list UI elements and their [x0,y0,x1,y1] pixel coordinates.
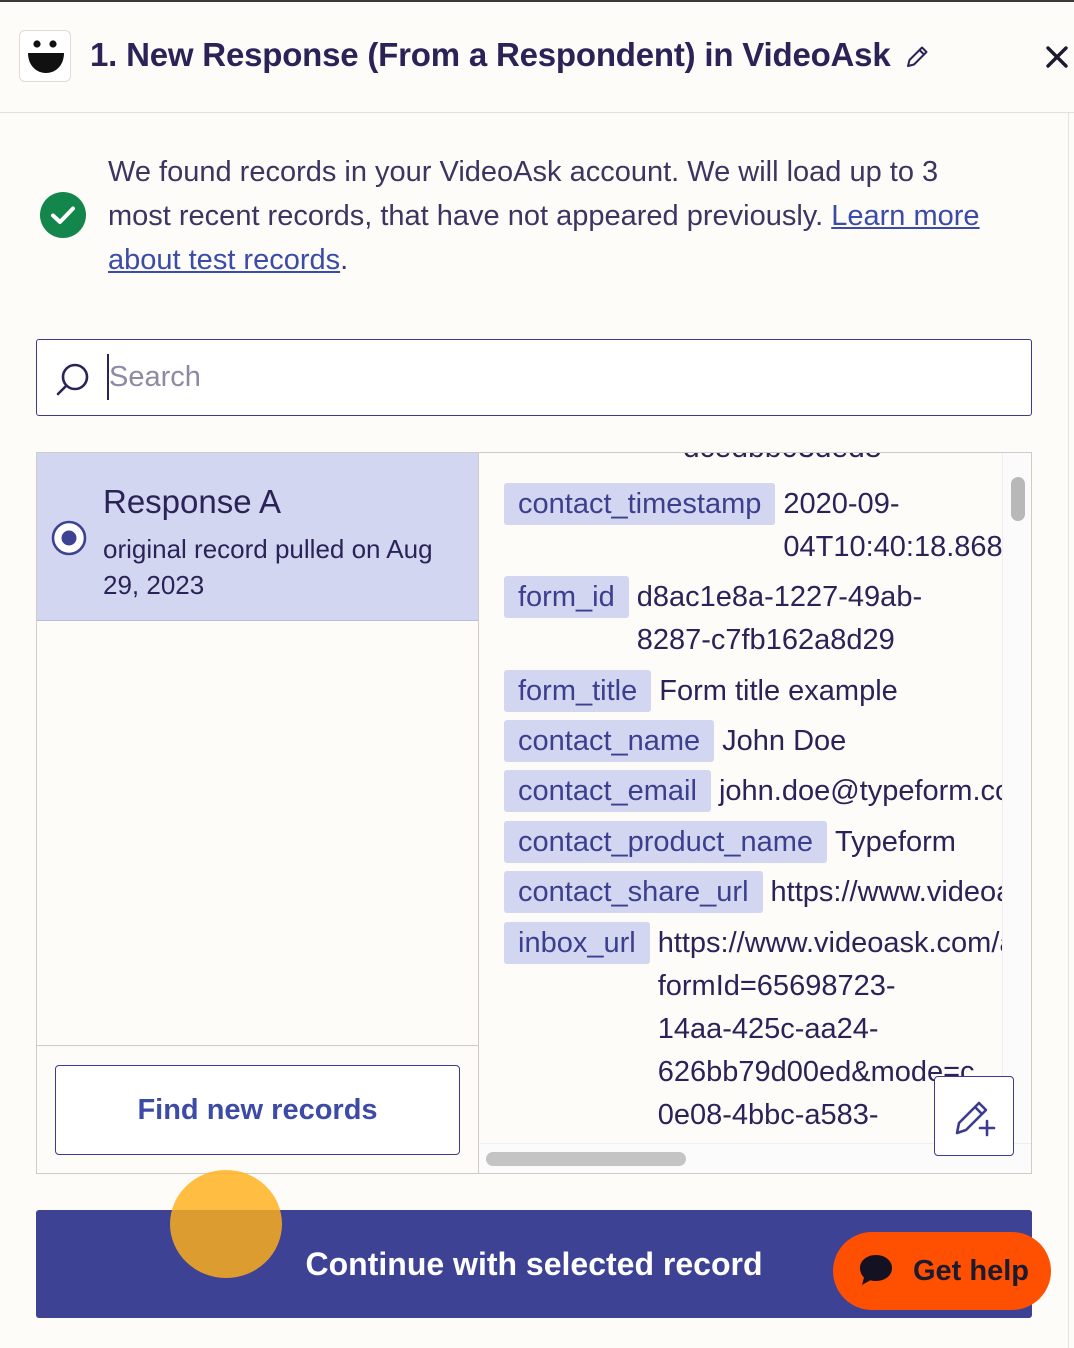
notice-suffix: . [340,244,349,276]
field-key: form_id [504,576,629,618]
radio-selected-icon[interactable] [51,520,87,556]
field-key: contact_email [504,770,711,812]
field-row: form_title Form title example [504,670,898,713]
get-help-button[interactable]: Get help [833,1232,1051,1310]
field-key: inbox_url [504,922,650,964]
notice-text: We found records in your VideoAsk accoun… [108,156,939,232]
field-row: contact_product_name Typeform [504,821,956,864]
step-header: 1. New Response (From a Respondent) in V… [0,2,1074,113]
field-key: contact_timestamp [504,483,776,525]
help-label: Get help [913,1255,1030,1287]
vertical-scrollbar[interactable] [1002,453,1029,1143]
field-value: 2020-09- 04T10:40:18.868Z [783,488,1002,563]
check-circle-icon [40,192,86,238]
find-new-records-button[interactable]: Find new records [55,1065,460,1155]
record-title: Response A [103,483,281,520]
records-panel: Response A original record pulled on Aug… [36,452,1032,1174]
list-divider [37,1045,478,1046]
vertical-scroll-thumb[interactable] [1011,477,1025,521]
search-input[interactable] [107,354,1007,400]
field-row: contact_email john.doe@typeform.com [504,770,1002,813]
clipped-value: dcedbb03ded8 [683,453,882,465]
search-box [36,339,1032,416]
edit-add-field-button[interactable] [934,1076,1014,1156]
record-subtitle: original record pulled on Aug 29, 2023 [103,534,433,600]
record-fields: dcedbb03ded8 contact_timestamp 2020-09- … [480,453,1002,1143]
field-value: Form title example [659,675,898,707]
field-value: Typeform [835,826,956,858]
field-row: inbox_url https://www.videoask.com/app? … [504,922,1002,1137]
field-key: form_title [504,670,652,712]
pencil-icon[interactable] [904,44,930,70]
field-value: https://www.videoask.com [770,876,1002,908]
search-icon [55,360,93,398]
record-list: Response A original record pulled on Aug… [37,453,479,1173]
click-indicator [170,1170,282,1278]
panel-divider [1068,113,1069,1348]
field-key: contact_product_name [504,821,828,863]
chat-bubble-icon [857,1252,895,1288]
record-item-response-a[interactable]: Response A original record pulled on Aug… [37,453,478,621]
field-value: john.doe@typeform.com [718,775,1002,807]
horizontal-scroll-thumb[interactable] [486,1152,686,1166]
field-row: contact_timestamp 2020-09- 04T10:40:18.8… [504,483,1002,569]
field-key: contact_name [504,720,715,762]
field-row: contact_share_url https://www.videoask.c… [504,871,1002,914]
step-title: 1. New Response (From a Respondent) in V… [90,36,891,73]
field-value: John Doe [722,725,847,757]
field-row: contact_name John Doe [504,720,846,763]
field-key: contact_share_url [504,871,763,913]
videoask-logo-icon [19,30,71,82]
field-row: form_id d8ac1e8a-1227-49ab- 8287-c7fb162… [504,576,922,662]
close-icon[interactable] [1042,42,1072,72]
field-value: d8ac1e8a-1227-49ab- 8287-c7fb162a8d29 [636,581,923,656]
records-notice: We found records in your VideoAsk accoun… [108,150,1008,282]
pencil-plus-icon [955,1101,996,1137]
record-details: dcedbb03ded8 contact_timestamp 2020-09- … [480,453,1031,1173]
